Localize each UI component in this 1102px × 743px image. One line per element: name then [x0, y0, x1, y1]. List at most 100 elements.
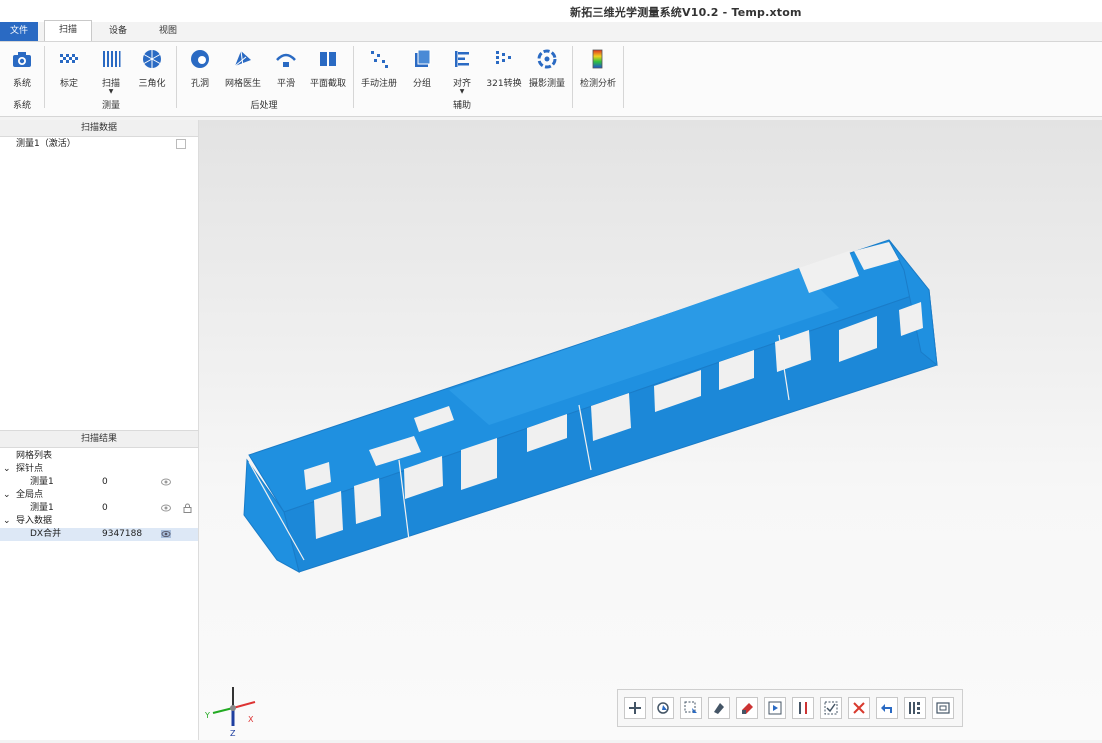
scan-data-item-label: 测量1（激活）: [16, 139, 76, 149]
axis-y-label: Y: [204, 711, 210, 720]
scan-button[interactable]: 扫描 ▼: [96, 48, 126, 95]
ribbon-divider: [353, 46, 354, 108]
group-measure: 测量: [101, 101, 120, 111]
mesh-list-label: 网格列表: [16, 451, 53, 461]
box-select-icon[interactable]: [680, 697, 702, 719]
grouping-label: 分组: [412, 79, 431, 89]
tab-scan[interactable]: 扫描: [44, 20, 92, 43]
tab-file[interactable]: 文件: [0, 22, 38, 41]
tree-row-global[interactable]: ⌄ 全局点: [0, 489, 198, 502]
3d-viewport[interactable]: Y X Z: [199, 120, 1102, 740]
select-all-icon[interactable]: [820, 697, 842, 719]
smooth-button[interactable]: 平滑: [272, 48, 300, 89]
grouping-button[interactable]: 分组: [408, 48, 436, 89]
system-label: 系统: [12, 79, 31, 89]
target-icon: [536, 48, 558, 70]
mesh-doctor-label: 网格医生: [224, 79, 261, 89]
coordinate-axes: Y X Z: [204, 687, 256, 738]
selection-toolbar: [617, 689, 963, 727]
brush-select-icon[interactable]: [736, 697, 758, 719]
plane-cut-button[interactable]: 平面截取: [308, 48, 348, 89]
tree-row-probe[interactable]: ⌄ 探针点: [0, 463, 198, 476]
inspection-label: 检测分析: [579, 79, 616, 89]
undo-icon[interactable]: [876, 697, 898, 719]
delete-icon[interactable]: [848, 697, 870, 719]
conversion-icon: [493, 48, 515, 70]
system-button[interactable]: 系统: [8, 48, 36, 89]
active-checkbox[interactable]: [176, 139, 186, 149]
manual-registration-button[interactable]: 手动注册: [360, 48, 398, 89]
fit-view-icon[interactable]: [932, 697, 954, 719]
plane-cut-icon: [317, 48, 339, 70]
convert-321-label: 321转换: [486, 79, 522, 89]
points-icon: [368, 48, 390, 70]
probe-item-value: 0: [102, 477, 108, 487]
ribbon: 系统 系统 标定 扫描 ▼ 三角化 测量 孔洞 网格医生 平滑 平面截取 后处理…: [0, 41, 1102, 117]
inspection-button[interactable]: 检测分析: [578, 48, 618, 89]
tree-row-probe-item[interactable]: 测量1 0: [0, 476, 198, 489]
tab-view[interactable]: 视图: [150, 22, 186, 41]
color-map-icon: [587, 48, 609, 70]
camera-icon: [11, 48, 33, 70]
train-carbody-model[interactable]: [199, 120, 1102, 740]
import-label: 导入数据: [16, 516, 53, 526]
eye-icon[interactable]: [161, 478, 171, 486]
mesh-doctor-button[interactable]: 网格医生: [224, 48, 262, 89]
hole-button[interactable]: 孔洞: [186, 48, 214, 89]
eye-icon[interactable]: [161, 504, 171, 512]
convert-321-button[interactable]: 321转换: [486, 48, 522, 89]
invert-selection-icon[interactable]: [792, 697, 814, 719]
vertical-bars-icon[interactable]: [904, 697, 926, 719]
eye-icon[interactable]: [161, 530, 171, 538]
scan-data-item[interactable]: 测量1（激活）: [0, 137, 198, 151]
stripes-icon: [100, 48, 122, 70]
tree-row-import[interactable]: ⌄ 导入数据: [0, 515, 198, 528]
ribbon-divider: [623, 46, 624, 108]
select-visible-icon[interactable]: [764, 697, 786, 719]
ribbon-divider: [572, 46, 573, 108]
window-title: 新拓三维光学测量系统V10.2 - Temp.xtom: [570, 6, 802, 19]
tree-row-global-item[interactable]: 测量1 0: [0, 502, 198, 515]
triangulate-button[interactable]: 三角化: [136, 48, 168, 89]
mesh-doctor-icon: [232, 48, 254, 70]
photogrammetry-label: 摄影测量: [528, 79, 565, 89]
tree-row-mesh-list[interactable]: 网格列表: [0, 450, 198, 463]
ribbon-divider: [176, 46, 177, 108]
title-bar: 新拓三维光学测量系统V10.2 - Temp.xtom: [0, 0, 1102, 22]
group-post: 后处理: [250, 101, 278, 111]
global-item-value: 0: [102, 503, 108, 513]
tree-row-import-item[interactable]: DX合并 9347188: [0, 528, 198, 541]
scan-data-header: 扫描数据: [0, 120, 198, 137]
align-icon: [451, 48, 473, 70]
lasso-icon[interactable]: [708, 697, 730, 719]
triangulate-label: 三角化: [138, 79, 166, 89]
import-item-name: DX合并: [30, 529, 62, 539]
ribbon-divider: [44, 46, 45, 108]
checkerboard-icon: [58, 48, 80, 70]
rotate-icon[interactable]: [652, 697, 674, 719]
group-aux: 辅助: [452, 101, 471, 111]
hole-label: 孔洞: [190, 79, 209, 89]
import-item-value: 9347188: [102, 529, 143, 539]
expand-chevron-icon[interactable]: ⌄: [3, 489, 11, 502]
global-label: 全局点: [16, 490, 44, 500]
expand-chevron-icon[interactable]: ⌄: [3, 515, 11, 528]
grouping-icon: [411, 48, 433, 70]
tab-device[interactable]: 设备: [100, 22, 136, 41]
axis-z-label: Z: [230, 729, 236, 738]
calibrate-button[interactable]: 标定: [54, 48, 84, 89]
group-system: 系统: [12, 101, 31, 111]
hole-fill-icon: [189, 48, 211, 70]
plane-cut-label: 平面截取: [309, 79, 346, 89]
left-panel: 扫描数据 测量1（激活） 扫描结果 网格列表 ⌄ 探针点 测量1 0 ⌄ 全局点…: [0, 120, 199, 740]
dropdown-caret-icon: ▼: [108, 88, 114, 95]
global-item-name: 测量1: [30, 503, 54, 513]
center-icon[interactable]: [624, 697, 646, 719]
smooth-icon: [275, 48, 297, 70]
calibrate-label: 标定: [59, 79, 78, 89]
expand-chevron-icon[interactable]: ⌄: [3, 463, 11, 476]
lock-icon[interactable]: [183, 503, 192, 513]
align-button[interactable]: 对齐 ▼: [448, 48, 476, 95]
photogrammetry-button[interactable]: 摄影测量: [528, 48, 566, 89]
scan-results-panel: 扫描结果 网格列表 ⌄ 探针点 测量1 0 ⌄ 全局点 测量1 0 ⌄ 导入数据…: [0, 430, 198, 541]
